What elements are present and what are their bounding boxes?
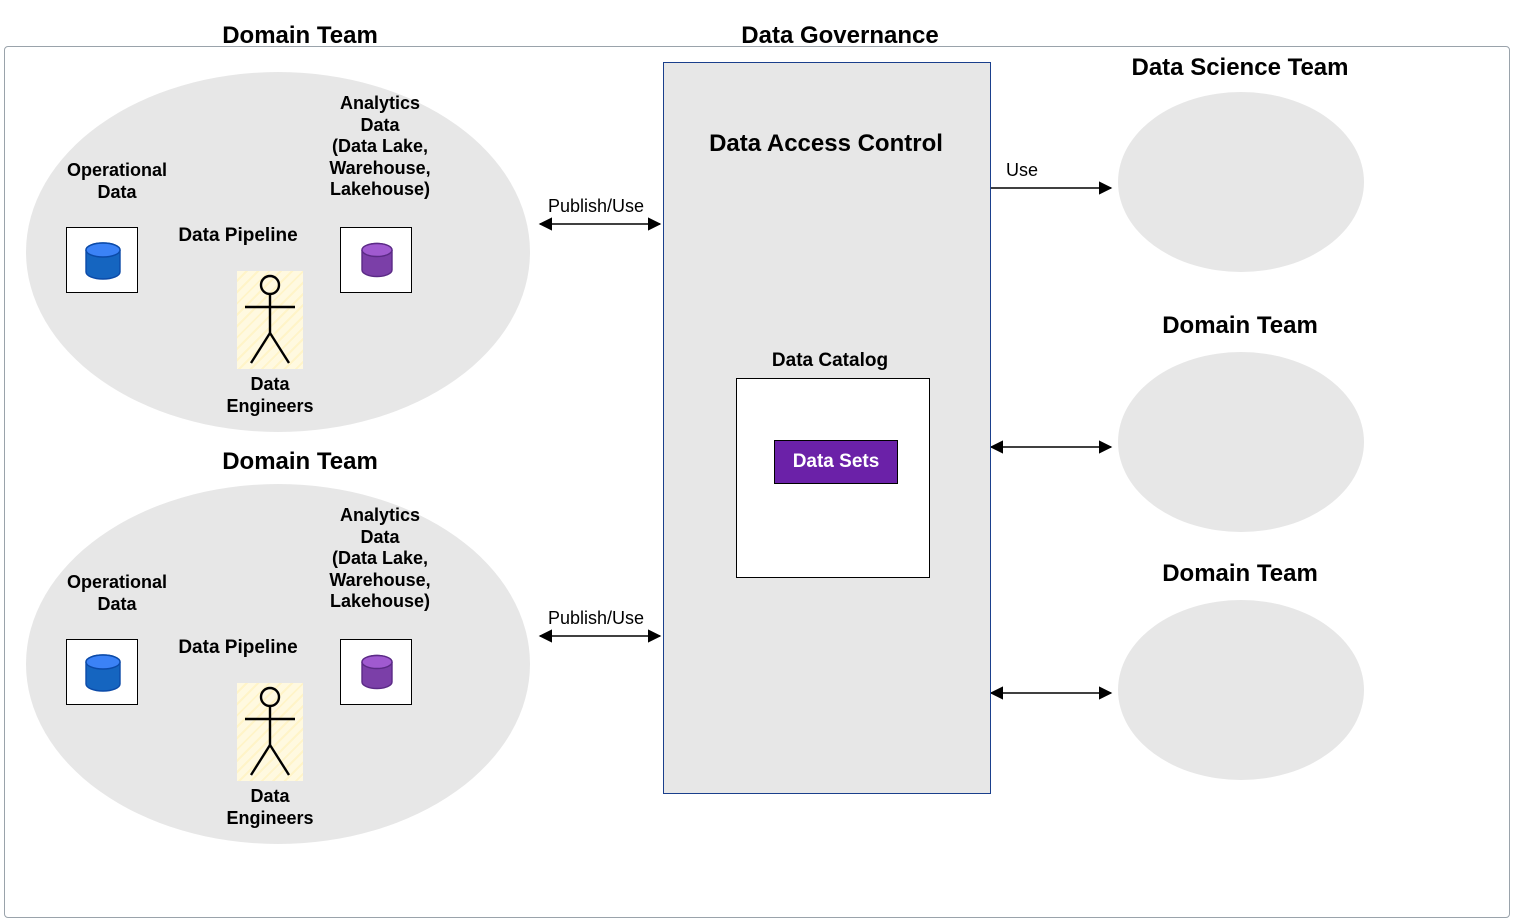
diagram-stage: Domain Team Data Governance Data Science… [0, 0, 1515, 920]
title-domain-team-1: Domain Team [190, 22, 410, 51]
right-domain-ellipse-1 [1118, 352, 1364, 532]
label-data-access-control: Data Access Control [683, 130, 969, 159]
data-sets-badge: Data Sets [774, 440, 898, 484]
title-data-governance: Data Governance [710, 22, 970, 51]
label-data-engineers-2: Data Engineers [210, 786, 330, 829]
label-operational-data-2: Operational Data [52, 572, 182, 615]
label-operational-data-1: Operational Data [52, 160, 182, 203]
title-domain-team-2: Domain Team [190, 448, 410, 477]
label-analytics-data-2: Analytics Data (Data Lake, Warehouse, La… [300, 505, 460, 613]
label-data-pipeline-2: Data Pipeline [158, 637, 318, 660]
stick-figure-bg-1 [237, 271, 303, 369]
analytics-box-1 [340, 227, 412, 293]
label-data-catalog: Data Catalog [740, 350, 920, 373]
op-data-box-2 [66, 639, 138, 705]
database-icon [341, 640, 413, 706]
label-publish-use-2: Publish/Use [548, 608, 668, 630]
database-icon [341, 228, 413, 294]
stick-figure-bg-2 [237, 683, 303, 781]
database-icon [67, 640, 139, 706]
database-icon [67, 228, 139, 294]
analytics-box-2 [340, 639, 412, 705]
label-publish-use-1: Publish/Use [548, 196, 668, 218]
title-data-science-team: Data Science Team [1080, 54, 1400, 83]
label-use: Use [1006, 160, 1066, 182]
label-data-pipeline-1: Data Pipeline [158, 225, 318, 248]
label-analytics-data-1: Analytics Data (Data Lake, Warehouse, La… [300, 93, 460, 201]
person-icon [237, 271, 303, 369]
person-icon [237, 683, 303, 781]
data-science-ellipse [1118, 92, 1364, 272]
label-data-engineers-1: Data Engineers [210, 374, 330, 417]
right-domain-ellipse-2 [1118, 600, 1364, 780]
title-domain-team-right-1: Domain Team [1140, 312, 1340, 341]
op-data-box-1 [66, 227, 138, 293]
title-domain-team-right-2: Domain Team [1140, 560, 1340, 589]
